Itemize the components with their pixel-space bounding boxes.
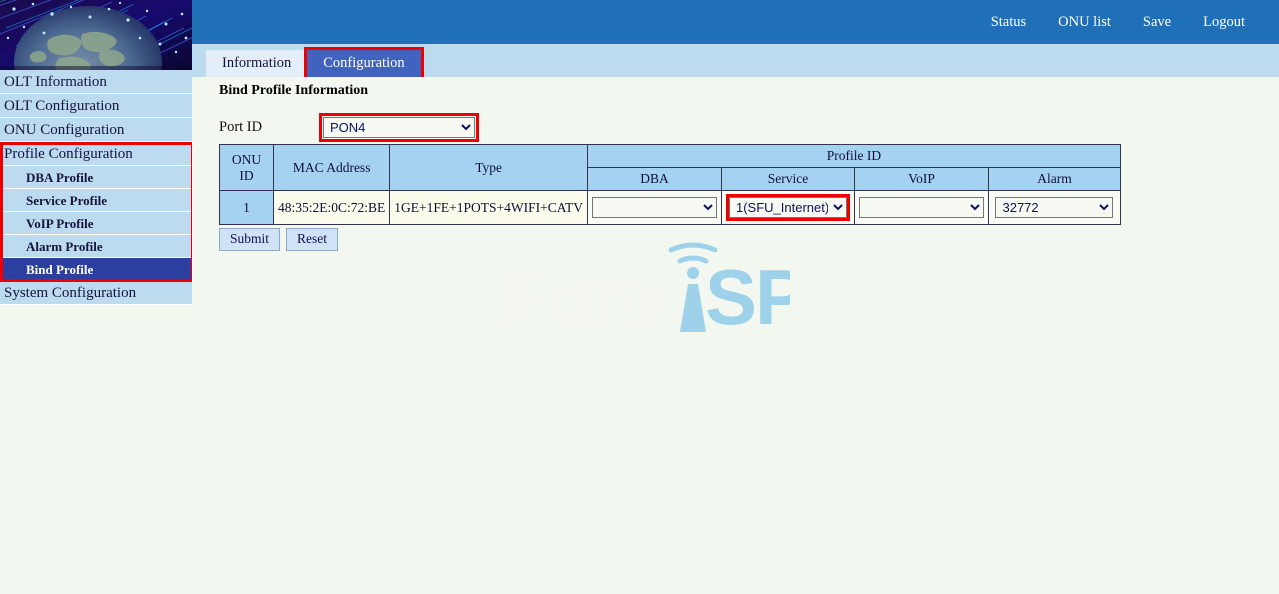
service-highlight-box: 1(SFU_Internet)2(SFU_IPTV) [726,194,850,221]
svg-text:Foro: Foro [500,253,665,341]
topnav-link-save[interactable]: Save [1127,14,1187,31]
header-alarm: Alarm [988,168,1120,191]
header-dba: DBA [587,168,721,191]
port-id-row: Port ID PON1PON2PON3PON4PON5PON6PON7PON8 [219,113,479,142]
sidebar-item-olt-configuration[interactable]: OLT Configuration [0,94,192,118]
topnav-link-logout[interactable]: Logout [1187,14,1261,31]
top-header-bar: Status ONU list Save Logout [192,0,1279,44]
header-service: Service [721,168,854,191]
sidebar-nav: OLT Information OLT Configuration ONU Co… [0,70,192,306]
reset-button[interactable]: Reset [286,228,338,251]
bind-profile-table: ONU ID MAC Address Type Profile ID DBA S… [219,144,1121,225]
topnav-link-status[interactable]: Status [975,14,1042,31]
cell-onu-id: 1 [220,191,274,225]
sidebar-item-bind-profile[interactable]: Bind Profile [0,258,192,281]
sidebar-item-onu-configuration[interactable]: ONU Configuration [0,118,192,142]
cell-voip: 1(VoIP_1) [854,191,988,225]
application-page: OLT Information OLT Configuration ONU Co… [0,0,1279,594]
port-id-select[interactable]: PON1PON2PON3PON4PON5PON6PON7PON8 [323,117,475,138]
service-profile-select[interactable]: 1(SFU_Internet)2(SFU_IPTV) [729,197,847,218]
voip-profile-select[interactable]: 1(VoIP_1) [859,197,984,218]
port-id-label: Port ID [219,119,319,136]
header-type: Type [390,145,588,191]
main-content: Foro SP Bind Profile Information Port ID… [192,77,1279,594]
banner-image [0,0,192,70]
header-profile-id-group: Profile ID [587,145,1120,168]
cell-type: 1GE+1FE+1POTS+4WIFI+CATV [390,191,588,225]
tab-strip: Information Configuration [192,44,1279,77]
cell-alarm: 32772 [988,191,1120,225]
table-header-row-1: ONU ID MAC Address Type Profile ID [220,145,1121,168]
top-nav-links: Status ONU list Save Logout [975,0,1261,44]
sidebar-item-alarm-profile[interactable]: Alarm Profile [0,235,192,258]
page-title: Bind Profile Information [219,83,368,99]
sidebar-item-profile-configuration[interactable]: Profile Configuration [0,142,192,166]
foroisp-watermark: Foro SP [500,242,790,347]
cell-mac-address: 48:35:2E:0C:72:BE [274,191,390,225]
svg-text:SP: SP [705,253,790,341]
alarm-profile-select[interactable]: 32772 [995,197,1113,218]
form-button-row: Submit Reset [219,228,1121,251]
sidebar-item-dba-profile[interactable]: DBA Profile [0,166,192,189]
port-id-highlight-box: PON1PON2PON3PON4PON5PON6PON7PON8 [319,113,479,142]
header-mac-address: MAC Address [274,145,390,191]
tab-list: Information Configuration [206,50,421,77]
cell-service: 1(SFU_Internet)2(SFU_IPTV) [721,191,854,225]
table-row: 1 48:35:2E:0C:72:BE 1GE+1FE+1POTS+4WIFI+… [220,191,1121,225]
table-head: ONU ID MAC Address Type Profile ID DBA S… [220,145,1121,191]
table-body: 1 48:35:2E:0C:72:BE 1GE+1FE+1POTS+4WIFI+… [220,191,1121,225]
sidebar-item-voip-profile[interactable]: VoIP Profile [0,212,192,235]
dba-profile-select[interactable]: 1(DBA_1)2(DBA_2) [592,197,717,218]
sidebar-item-system-configuration[interactable]: System Configuration [0,281,192,305]
bind-profile-table-wrap: ONU ID MAC Address Type Profile ID DBA S… [219,144,1121,251]
sidebar-item-olt-information[interactable]: OLT Information [0,70,192,94]
tab-configuration[interactable]: Configuration [307,50,420,77]
header-onu-id: ONU ID [220,145,274,191]
submit-button[interactable]: Submit [219,228,280,251]
sidebar-item-service-profile[interactable]: Service Profile [0,189,192,212]
tab-information[interactable]: Information [206,50,307,77]
cell-dba: 1(DBA_1)2(DBA_2) [587,191,721,225]
header-voip: VoIP [854,168,988,191]
topnav-link-onu-list[interactable]: ONU list [1042,14,1127,31]
